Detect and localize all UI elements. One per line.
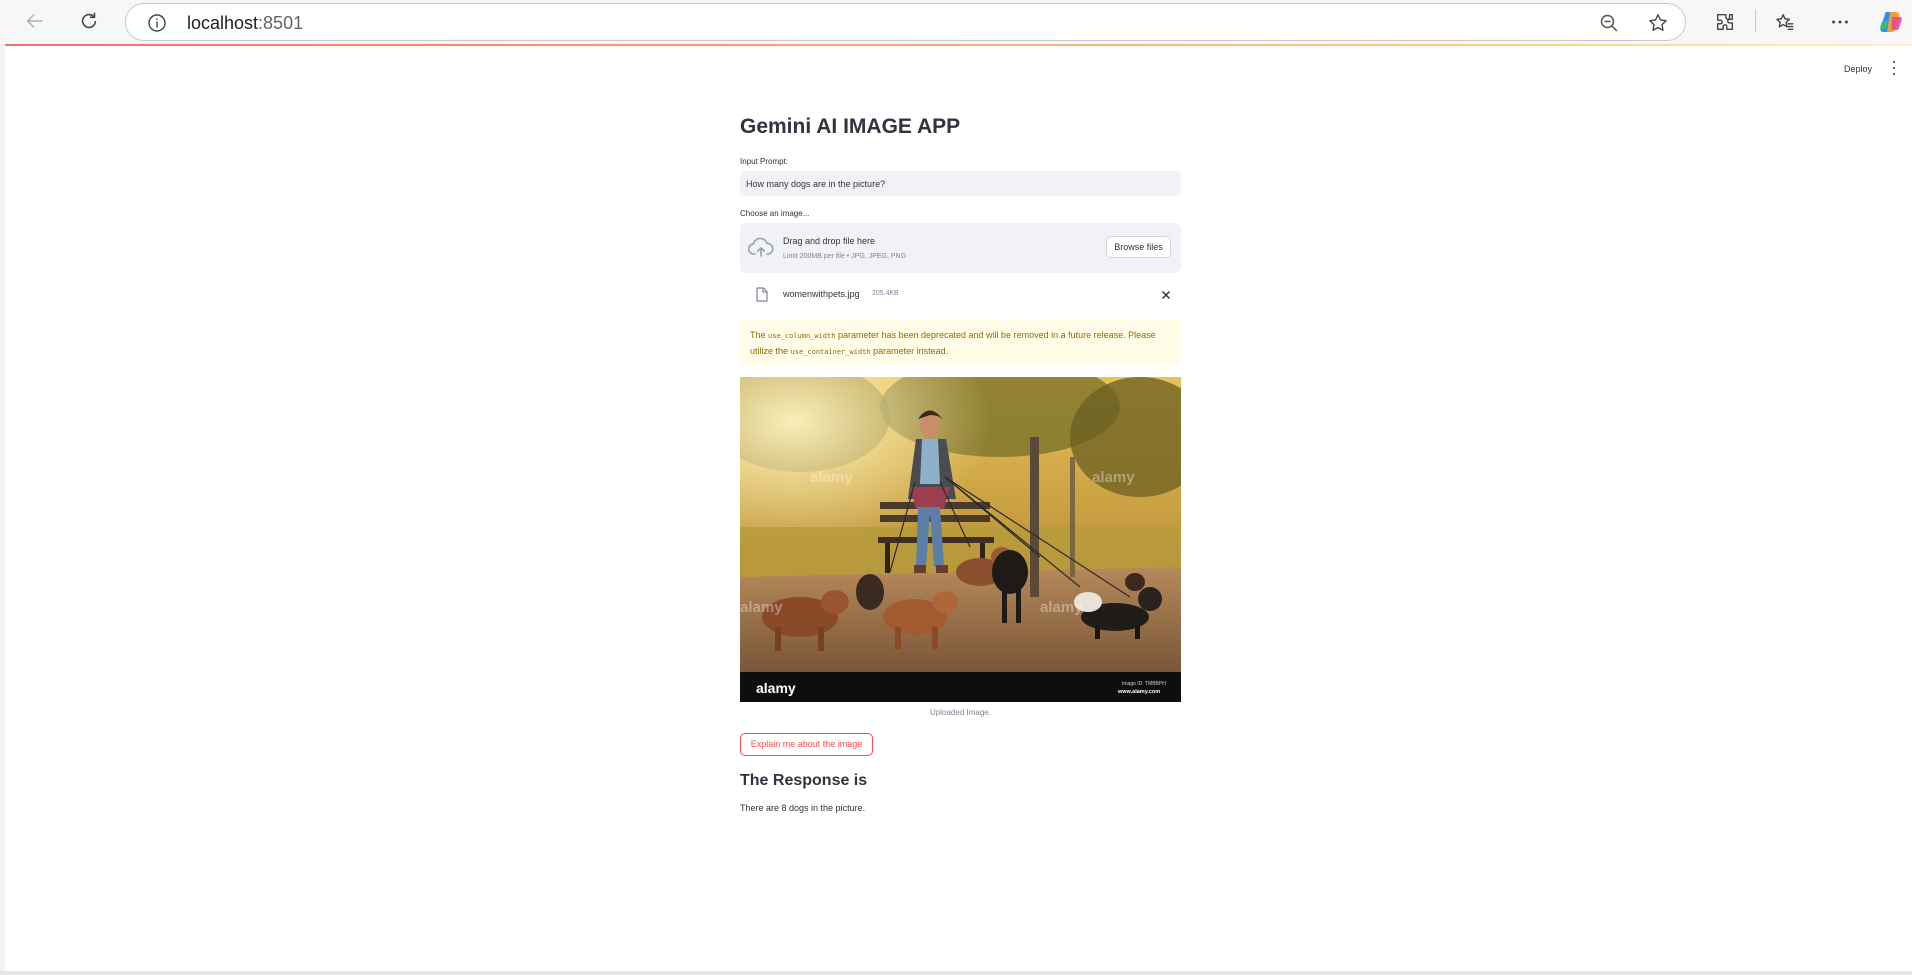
more-options-icon[interactable] xyxy=(1827,9,1853,35)
file-icon xyxy=(756,287,768,307)
file-dropzone[interactable]: Drag and drop file here Limit 200MB per … xyxy=(740,223,1181,273)
warning-code-new: use_container_width xyxy=(790,348,871,356)
uploaded-file-item: womenwithpets.jpg 205.4KB xyxy=(740,280,1181,310)
alamy-logo: alamy xyxy=(756,680,796,696)
copilot-icon[interactable] xyxy=(1878,9,1904,35)
url-text: localhost:8501 xyxy=(187,13,304,33)
prompt-input[interactable]: How many dogs are in the picture? xyxy=(740,171,1181,196)
cloud-upload-icon xyxy=(747,237,774,264)
dropzone-instructions: Drag and drop file here xyxy=(783,236,876,246)
main-menu-icon[interactable] xyxy=(1890,61,1898,75)
deploy-button[interactable]: Deploy xyxy=(1844,64,1872,74)
page-title: Gemini AI IMAGE APP xyxy=(740,115,961,138)
remove-file-icon[interactable] xyxy=(1160,289,1172,301)
dropzone-limits: Limit 200MB per file • JPG, JPEG, PNG xyxy=(783,253,907,260)
favorites-icon[interactable] xyxy=(1772,9,1798,35)
response-header: The Response is xyxy=(740,772,868,789)
watermark: alamy xyxy=(810,469,853,486)
app-page: Deploy Gemini AI IMAGE APP Input Prompt:… xyxy=(5,46,1912,971)
watermark: alamy xyxy=(1092,469,1135,486)
window-bottom-edge xyxy=(0,971,1912,975)
uploader-label: Choose an image... xyxy=(740,209,810,218)
back-icon[interactable] xyxy=(22,8,48,34)
image-id-text: Image ID: TMBBPH xyxy=(1122,681,1166,687)
address-bar[interactable]: localhost:8501 xyxy=(125,3,1686,41)
file-name: womenwithpets.jpg xyxy=(783,289,860,299)
favorite-star-icon[interactable] xyxy=(1647,12,1669,39)
site-info-icon[interactable] xyxy=(147,13,167,38)
watermark: alamy xyxy=(1040,599,1083,616)
site-text: www.alamy.com xyxy=(1117,689,1160,695)
response-text: There are 8 dogs in the picture. xyxy=(740,803,866,813)
browser-toolbar: localhost:8501 xyxy=(0,0,1912,44)
app-header: Deploy xyxy=(5,46,1912,92)
explain-image-button[interactable]: Explain me about the image xyxy=(740,733,873,756)
uploaded-image: alamy alamy alamy alamy alamy Image ID: … xyxy=(740,377,1181,702)
deprecation-warning: The use_column_width parameter has been … xyxy=(740,319,1181,366)
zoom-out-icon[interactable] xyxy=(1599,13,1619,38)
image-caption: Uploaded Image. xyxy=(930,708,991,717)
browse-files-button[interactable]: Browse files xyxy=(1106,236,1171,258)
file-size: 205.4KB xyxy=(872,290,899,297)
reload-icon[interactable] xyxy=(76,8,102,34)
prompt-label: Input Prompt: xyxy=(740,157,789,166)
extensions-icon[interactable] xyxy=(1712,9,1738,35)
warning-code-old: use_column_width xyxy=(768,332,836,340)
toolbar-separator xyxy=(1755,10,1756,32)
watermark: alamy xyxy=(740,599,783,616)
